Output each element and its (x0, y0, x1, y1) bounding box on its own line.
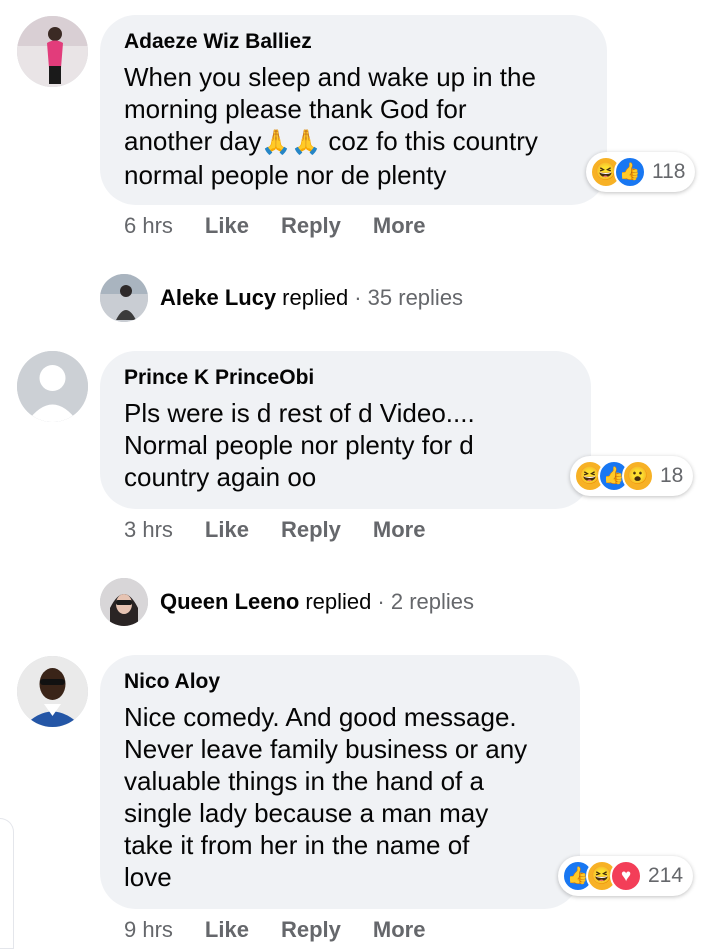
like-reaction-icon: 👍 (614, 156, 646, 188)
reaction-count: 118 (652, 160, 686, 183)
comment-line: country again oo (124, 462, 317, 492)
view-replies[interactable]: Queen Leeno replied · 2 replies (100, 578, 474, 626)
profile-photo-icon (100, 274, 148, 322)
comment-author[interactable]: Prince K PrinceObi (124, 363, 567, 393)
comment-line: normal people nor de plenty (124, 160, 447, 190)
avatar (100, 274, 148, 322)
comment-line: Pls were is d rest of d Video.... (124, 398, 475, 428)
profile-photo-icon (17, 656, 88, 727)
comment-line: love (124, 862, 172, 892)
comment-line-part: coz fo this country (328, 126, 538, 156)
comment-text: When you sleep and wake up in the mornin… (124, 61, 583, 191)
like-button[interactable]: Like (205, 517, 249, 543)
reply-button[interactable]: Reply (281, 213, 341, 239)
more-button[interactable]: More (373, 517, 426, 543)
comment-actions: 6 hrs Like Reply More (124, 213, 457, 239)
reply-verb: replied (305, 589, 372, 614)
comment-line: another day🙏🙏 coz fo this country (124, 125, 583, 159)
comment-line: Normal people nor plenty for d (124, 430, 474, 460)
avatar[interactable] (17, 16, 88, 87)
default-profile-icon (17, 351, 88, 422)
reply-button[interactable]: Reply (281, 917, 341, 943)
comment-line-part: another day (124, 126, 262, 156)
love-reaction-icon: ♥ (610, 860, 642, 892)
comment-line: When you sleep and wake up in the (124, 62, 536, 92)
comment-line: single lady because a man may (124, 798, 489, 828)
reaction-summary[interactable]: 😆 👍 118 (586, 152, 696, 192)
reply-button[interactable]: Reply (281, 517, 341, 543)
comment-time[interactable]: 9 hrs (124, 917, 173, 943)
reply-author: Queen Leeno (160, 589, 300, 614)
avatar (100, 578, 148, 626)
profile-photo-icon (100, 578, 148, 626)
reaction-summary[interactable]: 😆 👍 😮 18 (570, 456, 694, 496)
profile-photo-icon (17, 16, 88, 87)
comment-text: Pls were is d rest of d Video.... Normal… (124, 397, 567, 493)
comment-author[interactable]: Adaeze Wiz Balliez (124, 27, 583, 57)
praying-hands-icon: 🙏🙏 (261, 129, 322, 156)
reply-count: · 35 replies (354, 285, 464, 310)
comment-author[interactable]: Nico Aloy (124, 667, 556, 697)
side-panel-edge (0, 818, 14, 949)
avatar[interactable] (17, 656, 88, 727)
comment-text: Nice comedy. And good message. Never lea… (124, 701, 556, 893)
reaction-summary[interactable]: 👍 😆 ♥ 214 (558, 856, 694, 896)
view-replies[interactable]: Aleke Lucy replied · 35 replies (100, 274, 463, 322)
comment-bubble: Nico Aloy Nice comedy. And good message.… (100, 655, 580, 909)
comment-line: morning please thank God for (124, 94, 467, 124)
more-button[interactable]: More (373, 213, 426, 239)
like-button[interactable]: Like (205, 917, 249, 943)
avatar[interactable] (17, 351, 88, 422)
like-button[interactable]: Like (205, 213, 249, 239)
comment-bubble: Prince K PrinceObi Pls were is d rest of… (100, 351, 591, 509)
comment-actions: 9 hrs Like Reply More (124, 917, 457, 943)
reply-verb: replied (282, 285, 349, 310)
comment-time[interactable]: 3 hrs (124, 517, 173, 543)
comment-line: Never leave family business or any (124, 734, 528, 764)
comment-bubble: Adaeze Wiz Balliez When you sleep and wa… (100, 15, 607, 205)
wow-reaction-icon: 😮 (622, 460, 654, 492)
reply-count: · 2 replies (377, 589, 474, 614)
comment-actions: 3 hrs Like Reply More (124, 517, 457, 543)
reaction-count: 214 (648, 864, 684, 887)
comment-time[interactable]: 6 hrs (124, 213, 173, 239)
reply-author: Aleke Lucy (160, 285, 277, 310)
comment-line: valuable things in the hand of a (124, 766, 484, 796)
reaction-count: 18 (660, 464, 684, 487)
more-button[interactable]: More (373, 917, 426, 943)
comment-line: Nice comedy. And good message. (124, 702, 517, 732)
comment-line: take it from her in the name of (124, 830, 470, 860)
